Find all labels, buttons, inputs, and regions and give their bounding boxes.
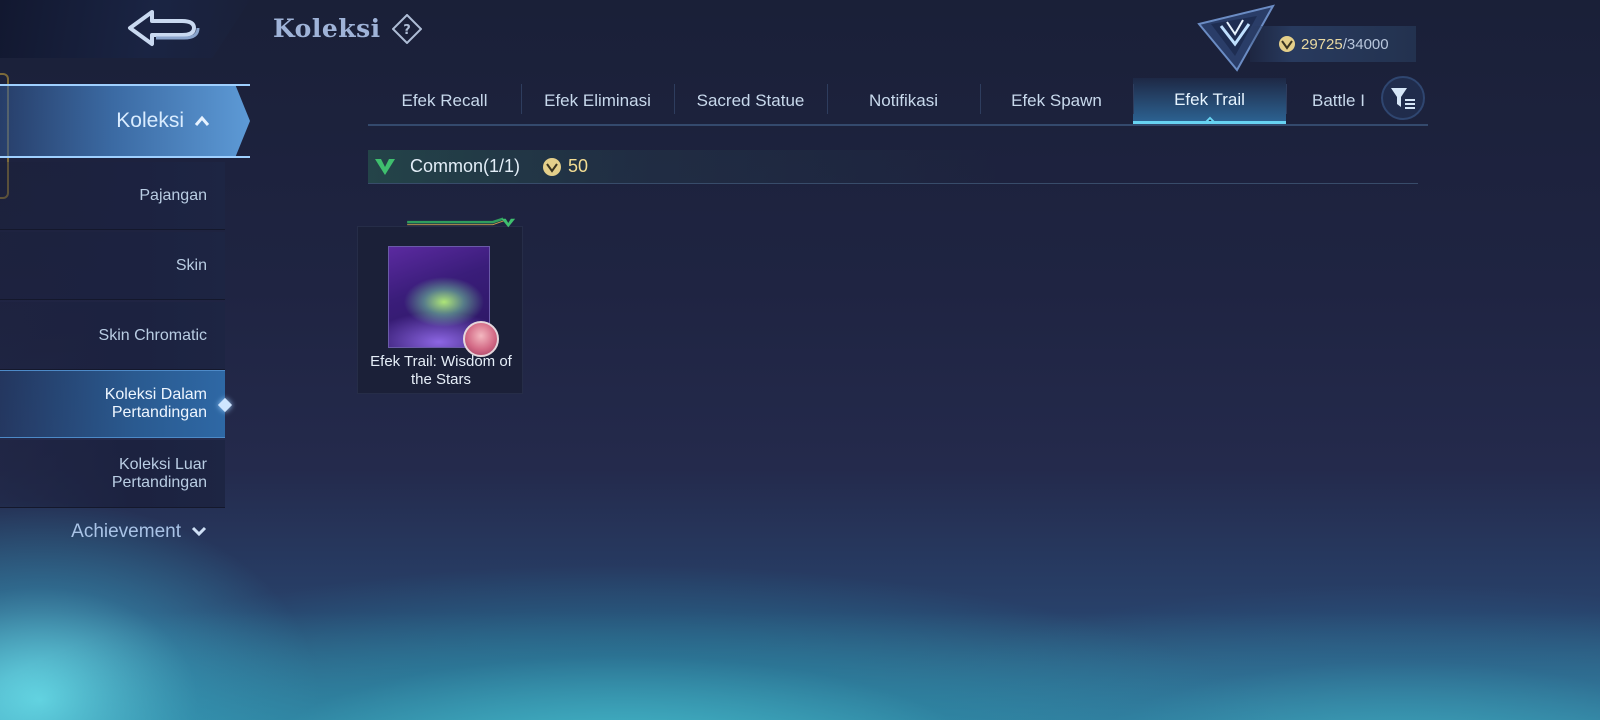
- points-current: 29725: [1301, 35, 1343, 53]
- tab-label: Efek Eliminasi: [544, 91, 651, 110]
- tab-battle[interactable]: Battle I: [1286, 78, 1376, 124]
- active-indicator: [217, 397, 233, 413]
- svg-text:?: ?: [403, 23, 411, 38]
- page-title: Koleksi: [273, 14, 381, 43]
- tab-label: Efek Spawn: [1011, 91, 1102, 110]
- sidebar-item-label: Pajangan: [139, 186, 207, 204]
- hero-avatar: [463, 321, 499, 357]
- sidebar: Koleksi Pajangan Skin Skin Chromatic Kol…: [0, 73, 260, 600]
- card-frame-decoration: [407, 217, 516, 228]
- collector-points-icon: [543, 157, 562, 176]
- rarity-common-icon: [375, 158, 395, 175]
- tab-efek-spawn[interactable]: Efek Spawn: [980, 78, 1133, 124]
- rarity-section-header: Common(1/1) 50: [368, 150, 1418, 184]
- tab-label: Battle I: [1312, 91, 1365, 110]
- category-tabs: Efek Recall Efek Eliminasi Sacred Statue…: [368, 78, 1428, 126]
- rarity-label: Common(1/1): [410, 156, 521, 176]
- item-card[interactable]: Efek Trail: Wisdom of the Stars: [357, 217, 523, 394]
- sidebar-item-pajangan[interactable]: Pajangan: [0, 162, 225, 230]
- sidebar-achievement[interactable]: Achievement: [0, 518, 225, 546]
- sidebar-achievement-label: Achievement: [71, 521, 181, 542]
- collector-points-display: 29725/34000: [1250, 26, 1416, 62]
- filter-icon: [1391, 88, 1415, 109]
- sidebar-main-koleksi[interactable]: Koleksi: [0, 84, 250, 158]
- back-button[interactable]: [0, 0, 250, 58]
- tab-efek-eliminasi[interactable]: Efek Eliminasi: [521, 78, 674, 124]
- sidebar-main-label: Koleksi: [116, 109, 184, 132]
- filter-button[interactable]: [1381, 76, 1425, 120]
- sidebar-item-koleksi-luar-pertandingan[interactable]: Koleksi Luar Pertandingan: [0, 440, 225, 508]
- sidebar-item-label: Koleksi Luar Pertandingan: [111, 455, 207, 491]
- sidebar-item-skin-chromatic[interactable]: Skin Chromatic: [0, 302, 225, 370]
- active-tab-caret: [1201, 116, 1218, 121]
- sidebar-item-koleksi-dalam-pertandingan[interactable]: Koleksi Dalam Pertandingan: [0, 370, 233, 438]
- sidebar-item-label: Skin Chromatic: [98, 326, 207, 344]
- points-max: 34000: [1346, 35, 1389, 53]
- back-arrow-icon: [128, 10, 200, 46]
- tab-efek-trail[interactable]: Efek Trail: [1133, 78, 1286, 124]
- section-points: 50: [568, 156, 589, 176]
- sidebar-item-label: Skin: [175, 256, 207, 274]
- tab-label: Efek Recall: [401, 91, 488, 110]
- tab-sacred-statue[interactable]: Sacred Statue: [674, 78, 827, 124]
- tab-label: Efek Trail: [1174, 89, 1245, 109]
- item-name: Efek Trail: Wisdom of the Stars: [370, 353, 512, 388]
- help-icon[interactable]: ?: [392, 14, 422, 44]
- sidebar-item-skin[interactable]: Skin: [0, 232, 225, 300]
- chevron-down-icon: [191, 521, 207, 543]
- tab-label: Sacred Statue: [696, 91, 805, 110]
- chevron-up-icon: [194, 115, 210, 126]
- collector-points-icon: [1279, 36, 1295, 52]
- tab-label: Notifikasi: [869, 91, 938, 110]
- tab-efek-recall[interactable]: Efek Recall: [368, 78, 521, 124]
- sidebar-item-label: Koleksi Dalam Pertandingan: [104, 386, 207, 421]
- tab-notifikasi[interactable]: Notifikasi: [827, 78, 980, 124]
